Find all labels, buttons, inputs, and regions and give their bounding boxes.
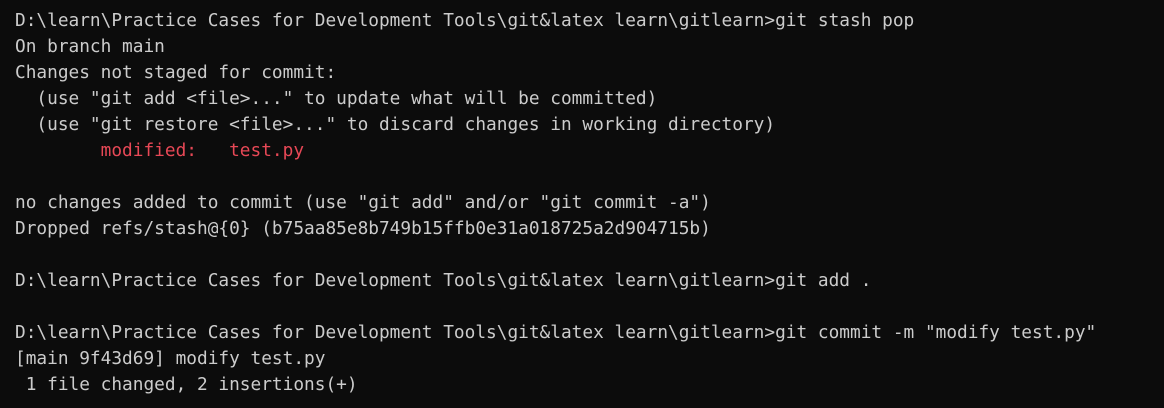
prompt-line-git-commit: D:\learn\Practice Cases for Development … bbox=[15, 322, 1097, 343]
output-hint-add: (use "git add <file>..." to update what … bbox=[15, 88, 658, 109]
output-commit-stats: 1 file changed, 2 insertions(+) bbox=[15, 374, 358, 395]
output-dropped-stash: Dropped refs/stash@{0} (b75aa85e8b749b15… bbox=[15, 218, 711, 239]
prompt-line-stash-pop: D:\learn\Practice Cases for Development … bbox=[15, 10, 915, 31]
prompt-line-git-add: D:\learn\Practice Cases for Development … bbox=[15, 270, 872, 291]
output-no-changes: no changes added to commit (use "git add… bbox=[15, 192, 711, 213]
output-commit-summary: [main 9f43d69] modify test.py bbox=[15, 348, 326, 369]
output-branch: On branch main bbox=[15, 36, 165, 57]
output-modified-file: modified: test.py bbox=[15, 140, 305, 161]
terminal-window[interactable]: D:\learn\Practice Cases for Development … bbox=[0, 0, 1164, 408]
output-hint-restore: (use "git restore <file>..." to discard … bbox=[15, 114, 776, 135]
output-changes-header: Changes not staged for commit: bbox=[15, 62, 337, 83]
